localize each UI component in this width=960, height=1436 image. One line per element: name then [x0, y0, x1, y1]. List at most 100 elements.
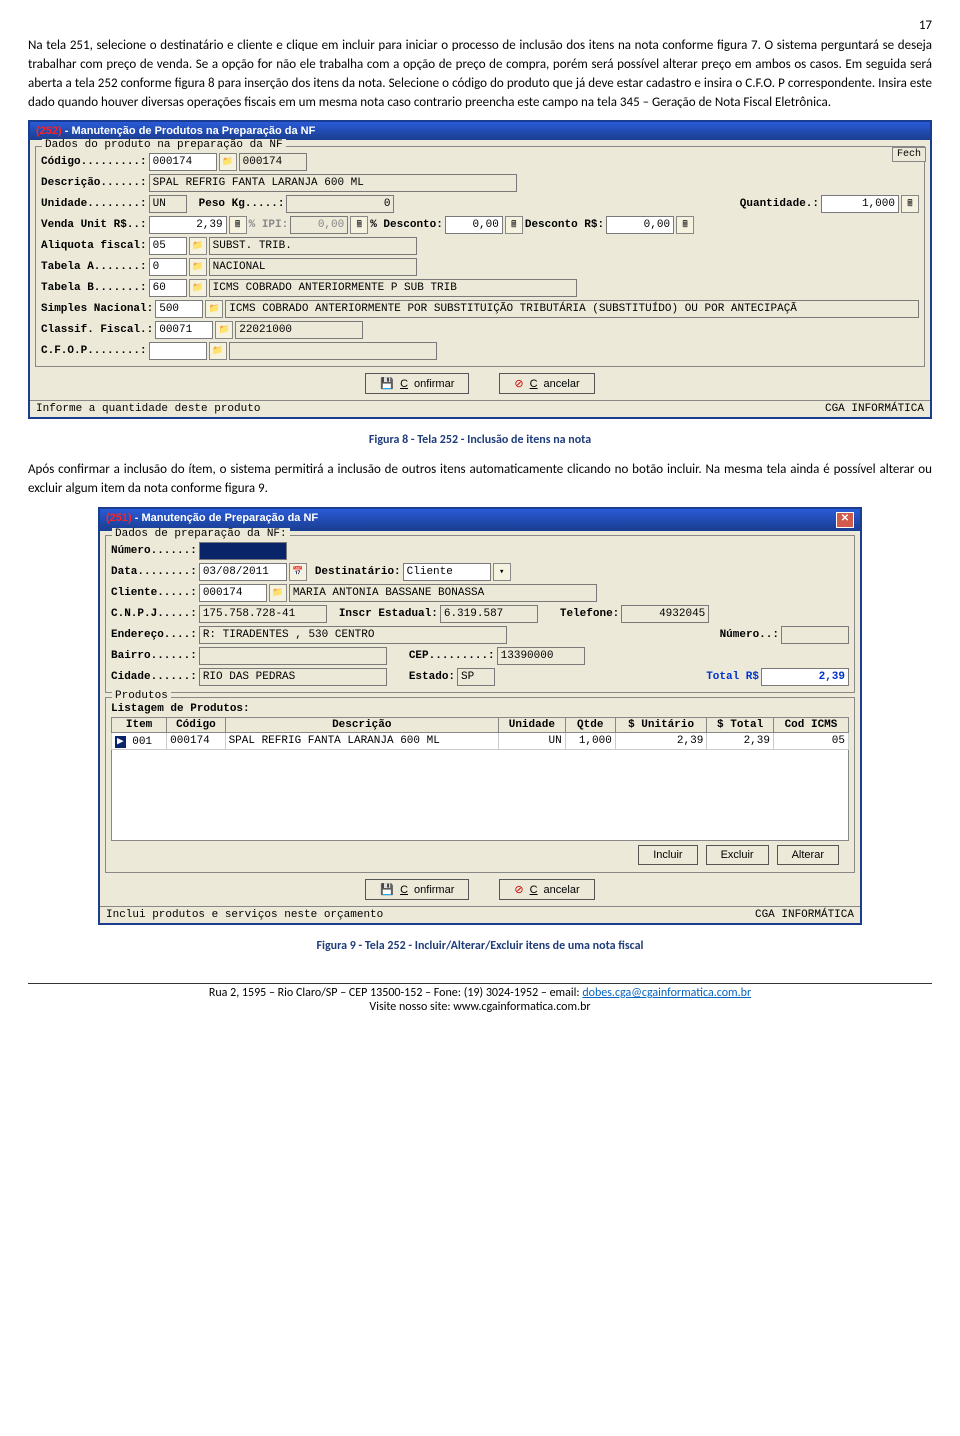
numero-label: Número......: — [111, 545, 197, 557]
numero-comp-label: Número..: — [720, 629, 779, 641]
unidade-label: Unidade........: — [41, 198, 147, 210]
classif-label: Classif. Fiscal.: — [41, 324, 153, 336]
quantidade-label: Quantidade.: — [740, 198, 819, 210]
lookup-icon[interactable]: 📁 — [189, 237, 207, 255]
produtos-label: Produtos — [112, 690, 171, 702]
window-252: (252) - Manutenção de Produtos na Prepar… — [28, 120, 932, 419]
tabela-b-label: Tabela B.......: — [41, 282, 147, 294]
cancel-icon: ⊘ — [514, 883, 523, 896]
page-footer: Rua 2, 1595 – Rio Claro/SP – CEP 13500-1… — [28, 983, 932, 1014]
bairro-label: Bairro......: — [111, 650, 197, 662]
fechar-button[interactable]: Fech — [892, 147, 926, 162]
rdesc-input[interactable]: 0,00 — [606, 216, 674, 234]
data-label: Data........: — [111, 566, 197, 578]
classif-desc: 22021000 — [235, 321, 363, 339]
table-cell: ▶ 001 — [112, 733, 167, 750]
endereco-field: R: TIRADENTES , 530 CENTRO — [199, 626, 507, 644]
produtos-table[interactable]: ItemCódigoDescriçãoUnidadeQtde$ Unitário… — [111, 717, 849, 750]
table-cell: SPAL REFRIG FANTA LARANJA 600 ML — [225, 733, 498, 750]
column-header: Unidade — [499, 718, 566, 733]
quantidade-input[interactable]: 1,000 — [821, 195, 899, 213]
tabela-a-input[interactable]: 0 — [149, 258, 187, 276]
descricao-field: SPAL REFRIG FANTA LARANJA 600 ML — [149, 174, 517, 192]
venda-input[interactable]: 2,39 — [149, 216, 227, 234]
page-number: 17 — [28, 18, 932, 33]
aliquota-input[interactable]: 05 — [149, 237, 187, 255]
tabela-a-label: Tabela A.......: — [41, 261, 147, 273]
codigo-input[interactable]: 000174 — [149, 153, 217, 171]
excluir-button[interactable]: Excluir — [706, 845, 769, 865]
tabela-a-desc: NACIONAL — [209, 258, 417, 276]
cliente-name: MARIA ANTONIA BASSANE BONASSA — [289, 584, 597, 602]
cfop-input[interactable] — [149, 342, 207, 360]
codigo-readonly: 000174 — [239, 153, 307, 171]
ipi-field: 0,00 — [290, 216, 348, 234]
ie-field: 6.319.587 — [440, 605, 538, 623]
numero-input[interactable] — [199, 542, 287, 560]
tabela-b-input[interactable]: 60 — [149, 279, 187, 297]
confirmar-button[interactable]: 💾CConfirmaronfirmar — [365, 373, 469, 394]
calc-icon[interactable]: 🖩 — [505, 216, 523, 234]
cnpj-field: 175.758.728-41 — [199, 605, 327, 623]
calc-icon[interactable]: 🖩 — [350, 216, 368, 234]
cnpj-label: C.N.P.J.....: — [111, 608, 197, 620]
data-input[interactable]: 03/08/2011 — [199, 563, 287, 581]
column-header: Cod ICMS — [773, 718, 848, 733]
incluir-button[interactable]: Incluir — [638, 845, 697, 865]
peso-label: Peso Kg.....: — [199, 198, 285, 210]
alterar-button[interactable]: Alterar — [777, 845, 839, 865]
column-header: Qtde — [565, 718, 615, 733]
table-row[interactable]: ▶ 001000174SPAL REFRIG FANTA LARANJA 600… — [112, 733, 849, 750]
telefone-field: 4932045 — [621, 605, 709, 623]
dropdown-icon[interactable]: ▾ — [493, 563, 511, 581]
calc-icon[interactable]: 🖩 — [901, 195, 919, 213]
simples-input[interactable]: 500 — [155, 300, 203, 318]
listagem-label: Listagem de Produtos: — [111, 703, 849, 715]
tabela-b-desc: ICMS COBRADO ANTERIORMENTE P SUB TRIB — [209, 279, 577, 297]
lookup-icon[interactable]: 📁 — [209, 342, 227, 360]
window-251: (251) - Manutenção de Preparação da NF ✕… — [98, 507, 862, 925]
table-cell: 2,39 — [615, 733, 706, 750]
cidade-label: Cidade......: — [111, 671, 197, 683]
cliente-label: Cliente.....: — [111, 587, 197, 599]
footer-email-link[interactable]: dobes.cga@cgainformatica.com.br — [582, 986, 751, 1000]
destinatario-input[interactable]: Cliente — [403, 563, 491, 581]
column-header: Código — [167, 718, 225, 733]
classif-input[interactable]: 00071 — [155, 321, 213, 339]
cancelar-button[interactable]: ⊘Cancelar — [499, 373, 594, 394]
status-message: Inclui produtos e serviços neste orçamen… — [106, 909, 383, 921]
pdesc-input[interactable]: 0,00 — [445, 216, 503, 234]
status-message: Informe a quantidade deste produto — [36, 403, 260, 415]
lookup-icon[interactable]: 📁 — [219, 153, 237, 171]
lookup-icon[interactable]: 📁 — [189, 258, 207, 276]
calendar-icon[interactable]: 📅 — [289, 563, 307, 581]
groupbox-label: Dados do produto na preparação da NF — [42, 139, 286, 151]
figure-9-caption: Figura 9 - Tela 252 - Incluir/Alterar/Ex… — [28, 939, 932, 953]
simples-desc: ICMS COBRADO ANTERIORMENTE POR SUBSTITUI… — [225, 300, 919, 318]
close-icon[interactable]: ✕ — [836, 512, 854, 528]
table-cell: 1,000 — [565, 733, 615, 750]
column-header: Item — [112, 718, 167, 733]
lookup-icon[interactable]: 📁 — [269, 584, 287, 602]
descricao-label: Descrição......: — [41, 177, 147, 189]
save-icon: 💾 — [380, 883, 394, 896]
rdesc-label: Desconto R$: — [525, 219, 604, 231]
title-number: (252) — [36, 125, 62, 137]
cliente-input[interactable]: 000174 — [199, 584, 267, 602]
table-cell: UN — [499, 733, 566, 750]
footer-site: www.cgainformatica.com.br — [453, 1000, 590, 1014]
column-header: $ Unitário — [615, 718, 706, 733]
estado-label: Estado: — [409, 671, 455, 683]
total-field: 2,39 — [761, 668, 849, 686]
lookup-icon[interactable]: 📁 — [189, 279, 207, 297]
calc-icon[interactable]: 🖩 — [229, 216, 247, 234]
cancelar-button[interactable]: ⊘Cancelar — [499, 879, 594, 900]
title-text: - Manutenção de Produtos na Preparação d… — [62, 125, 316, 137]
lookup-icon[interactable]: 📁 — [205, 300, 223, 318]
calc-icon[interactable]: 🖩 — [676, 216, 694, 234]
lookup-icon[interactable]: 📁 — [215, 321, 233, 339]
confirmar-button[interactable]: 💾Confirmar — [365, 879, 469, 900]
total-label: Total R$ — [706, 671, 759, 683]
paragraph-2: Após confirmar a inclusão do ítem, o sis… — [28, 461, 932, 499]
save-icon: 💾 — [380, 377, 394, 390]
